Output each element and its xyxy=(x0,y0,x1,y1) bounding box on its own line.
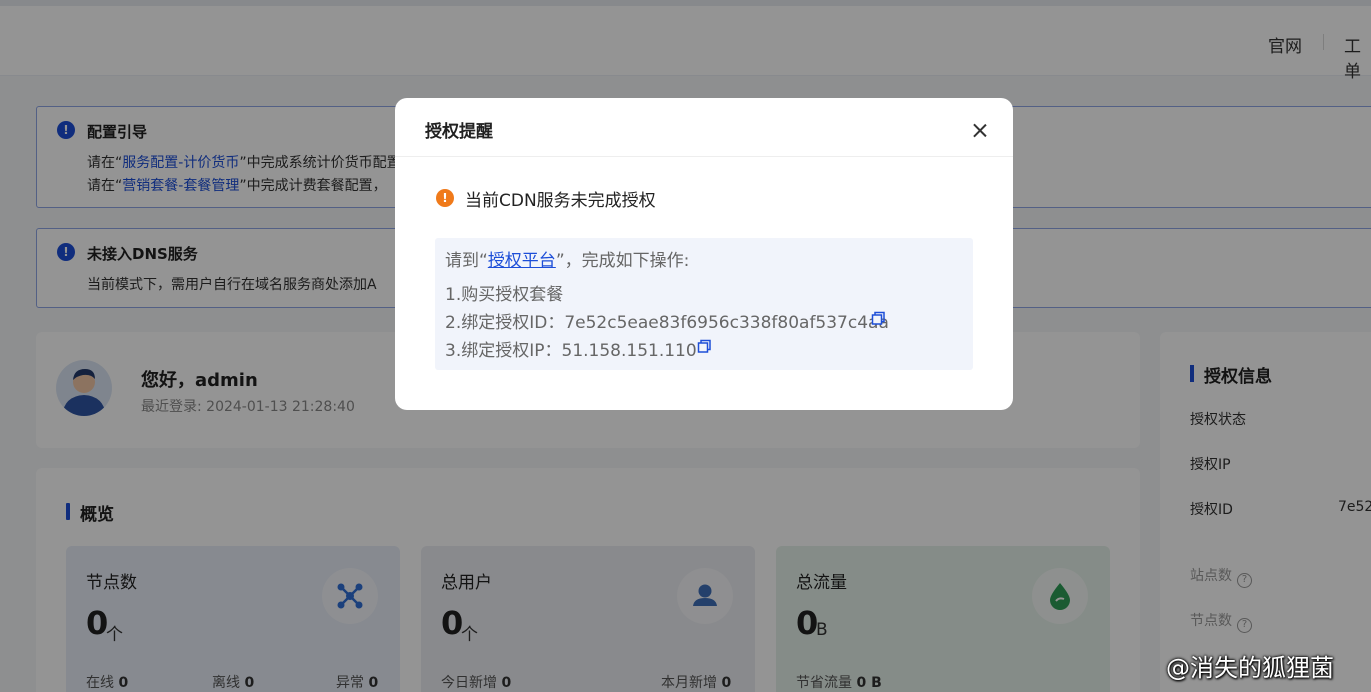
license-reminder-dialog: 授权提醒 ! 当前CDN服务未完成授权 请到“授权平台”，完成如下操作: 1.购… xyxy=(395,98,1013,410)
instruction-line: 请到“授权平台”，完成如下操作: xyxy=(445,246,689,271)
dialog-title: 授权提醒 xyxy=(425,122,493,142)
close-icon[interactable] xyxy=(969,120,991,142)
watermark: @消失的狐狸菌 xyxy=(1166,654,1334,682)
warning-icon: ! xyxy=(436,189,454,207)
copy-id-icon[interactable] xyxy=(871,311,886,326)
instruction-text: 请到“ xyxy=(445,251,488,271)
step-label: 3.绑定授权IP： xyxy=(445,341,562,361)
dialog-divider xyxy=(395,156,1013,157)
step-buy-package: 1.购买授权套餐 xyxy=(445,285,564,305)
license-id-text: 7e52c5eae83f6956c338f80af537c4aa xyxy=(564,313,889,333)
license-ip-text: 51.158.151.110 xyxy=(561,341,697,361)
instruction-text: ”，完成如下操作: xyxy=(555,251,690,271)
license-steps-box: 请到“授权平台”，完成如下操作: 1.购买授权套餐 2.绑定授权ID：7e52c… xyxy=(435,238,973,370)
step-bind-id: 2.绑定授权ID：7e52c5eae83f6956c338f80af537c4a… xyxy=(445,308,889,333)
copy-ip-icon[interactable] xyxy=(697,339,712,354)
warning-message: 当前CDN服务未完成授权 xyxy=(465,191,656,211)
step-bind-ip: 3.绑定授权IP：51.158.151.110 xyxy=(445,336,697,361)
license-platform-link[interactable]: 授权平台 xyxy=(488,251,556,271)
step-label: 2.绑定授权ID： xyxy=(445,313,565,333)
